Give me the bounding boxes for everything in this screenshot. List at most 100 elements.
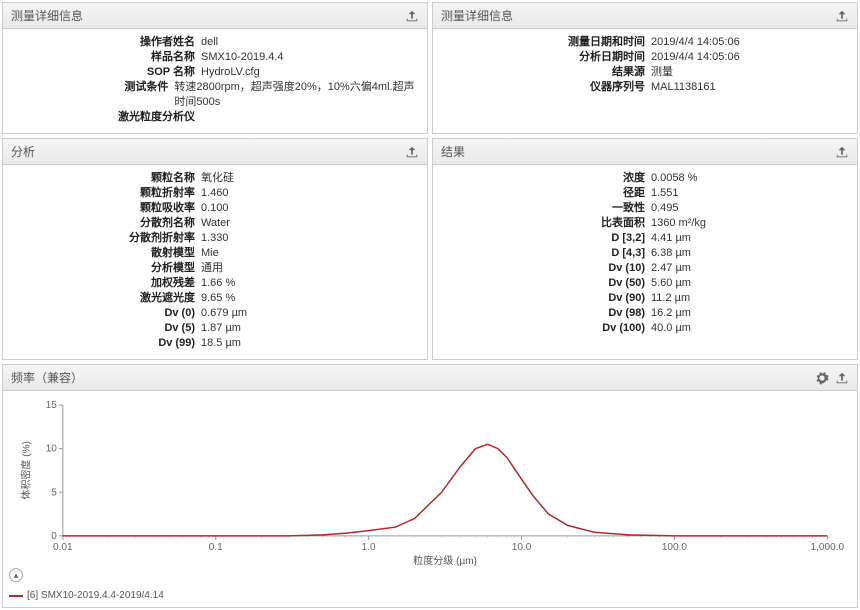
svg-text:0: 0	[51, 531, 57, 542]
kv-label: Dv (5)	[11, 321, 201, 336]
kv-value: 1.87 µm	[201, 321, 241, 336]
kv-label: 颗粒折射率	[11, 186, 201, 201]
kv-value: 11.2 µm	[651, 291, 690, 306]
panel-body-top-right: 测量日期和时间2019/4/4 14:05:06分析日期时间2019/4/4 1…	[433, 29, 857, 103]
kv-value: 1.330	[201, 231, 229, 246]
kv-value: 氧化硅	[201, 171, 234, 186]
kv-label: D [3,2]	[441, 231, 651, 246]
kv-label: 分析模型	[11, 261, 201, 276]
panel-results: 结果 浓度0.0058 %径距1.551一致性0.495比表面积1360 m²/…	[432, 138, 858, 360]
kv-value: 4.41 µm	[651, 231, 691, 246]
svg-text:0.1: 0.1	[209, 542, 223, 553]
chart-legend-item: [6] SMX10-2019.4.4-2019/4.14	[3, 588, 857, 607]
kv-row: 分散剂折射率1.330	[11, 231, 419, 246]
kv-value: 1.66 %	[201, 276, 235, 291]
svg-text:5: 5	[51, 487, 57, 498]
kv-row: 结果源测量	[441, 65, 849, 80]
kv-value: SMX10-2019.4.4	[201, 50, 284, 65]
kv-row: D [3,2]4.41 µm	[441, 231, 849, 246]
kv-label: Dv (10)	[441, 261, 651, 276]
kv-value: 通用	[201, 261, 223, 276]
export-icon[interactable]	[835, 145, 849, 159]
kv-value: 2019/4/4 14:05:06	[651, 50, 740, 65]
export-icon[interactable]	[835, 371, 849, 385]
kv-row: Dv (5)1.87 µm	[11, 321, 419, 336]
kv-value: 2019/4/4 14:05:06	[651, 35, 740, 50]
panel-header: 结果	[433, 139, 857, 165]
panel-measurement-info-right: 测量详细信息 测量日期和时间2019/4/4 14:05:06分析日期时间201…	[432, 2, 858, 134]
kv-label: 颗粒名称	[11, 171, 201, 186]
kv-row: 比表面积1360 m²/kg	[441, 216, 849, 231]
kv-row: Dv (98)16.2 µm	[441, 306, 849, 321]
kv-row: 分析日期时间2019/4/4 14:05:06	[441, 50, 849, 65]
kv-label: 仪器序列号	[441, 80, 651, 95]
gear-icon[interactable]	[815, 371, 829, 385]
kv-row: 浓度0.0058 %	[441, 171, 849, 186]
kv-value: 9.65 %	[201, 291, 235, 306]
svg-text:100.0: 100.0	[662, 542, 688, 553]
panel-title: 测量详细信息	[441, 7, 513, 24]
kv-label: 激光遮光度	[11, 291, 201, 306]
kv-label: Dv (98)	[441, 306, 651, 321]
kv-row: SOP 名称HydroLV.cfg	[11, 65, 419, 80]
kv-value: 6.38 µm	[651, 246, 691, 261]
svg-text:10.0: 10.0	[512, 542, 532, 553]
kv-value: 测量	[651, 65, 673, 80]
kv-label: SOP 名称	[11, 65, 201, 80]
kv-row: 径距1.551	[441, 186, 849, 201]
panel-header: 测量详细信息	[433, 3, 857, 29]
kv-value: dell	[201, 35, 218, 50]
kv-row: 激光遮光度9.65 %	[11, 291, 419, 306]
kv-value: 0.100	[201, 201, 229, 216]
kv-label: Dv (90)	[441, 291, 651, 306]
panel-title: 频率（兼容）	[11, 369, 83, 386]
kv-label: 操作者姓名	[11, 35, 201, 50]
export-icon[interactable]	[405, 145, 419, 159]
kv-label: 比表面积	[441, 216, 651, 231]
kv-value: 0.679 µm	[201, 306, 247, 321]
chart-body: 0510150.010.11.010.0100.01,000.0粒度分级 (µm…	[3, 391, 857, 566]
export-icon[interactable]	[835, 9, 849, 23]
svg-text:0.01: 0.01	[53, 542, 73, 553]
kv-value: MAL1138161	[651, 80, 716, 95]
kv-value: 18.5 µm	[201, 336, 241, 351]
svg-text:10: 10	[46, 444, 58, 455]
legend-collapse-icon[interactable]: ▴	[9, 568, 23, 582]
panel-header: 频率（兼容）	[3, 365, 857, 391]
kv-value: 0.495	[651, 201, 679, 216]
kv-label: 一致性	[441, 201, 651, 216]
panel-title: 分析	[11, 143, 35, 160]
svg-text:15: 15	[46, 400, 58, 411]
kv-row: 分析模型通用	[11, 261, 419, 276]
kv-row: 测试条件转速2800rpm，超声强度20%，10%六偏4ml.超声时间500s	[11, 80, 419, 110]
panel-header: 分析	[3, 139, 427, 165]
export-icon[interactable]	[405, 9, 419, 23]
kv-label: 颗粒吸收率	[11, 201, 201, 216]
kv-row: 仪器序列号MAL1138161	[441, 80, 849, 95]
kv-row: 加权残差1.66 %	[11, 276, 419, 291]
kv-row: 颗粒名称氧化硅	[11, 171, 419, 186]
kv-value: Mie	[201, 246, 219, 261]
kv-label: 加权残差	[11, 276, 201, 291]
kv-row: 颗粒折射率1.460	[11, 186, 419, 201]
kv-row: Dv (90)11.2 µm	[441, 291, 849, 306]
kv-value: 5.60 µm	[651, 276, 691, 291]
kv-label: 样品名称	[11, 50, 201, 65]
kv-row: D [4,3]6.38 µm	[441, 246, 849, 261]
kv-label: 浓度	[441, 171, 651, 186]
panel-header: 测量详细信息	[3, 3, 427, 29]
kv-row: 颗粒吸收率0.100	[11, 201, 419, 216]
panel-body-mid-right: 浓度0.0058 %径距1.551一致性0.495比表面积1360 m²/kgD…	[433, 165, 857, 344]
panel-frequency-chart: 频率（兼容） 0510150.010.11.010.0100.01,000.0粒…	[2, 364, 858, 608]
kv-row: 激光粒度分析仪	[11, 110, 419, 125]
kv-value: 0.0058 %	[651, 171, 697, 186]
kv-value: Water	[201, 216, 230, 231]
kv-row: 分散剂名称Water	[11, 216, 419, 231]
kv-label: 散射模型	[11, 246, 201, 261]
kv-label: 分散剂名称	[11, 216, 201, 231]
app-root: 测量详细信息 操作者姓名dell样品名称SMX10-2019.4.4SOP 名称…	[0, 0, 860, 608]
kv-label: D [4,3]	[441, 246, 651, 261]
chart-legend: ▴	[3, 566, 857, 588]
panel-title: 测量详细信息	[11, 7, 83, 24]
kv-label: Dv (50)	[441, 276, 651, 291]
